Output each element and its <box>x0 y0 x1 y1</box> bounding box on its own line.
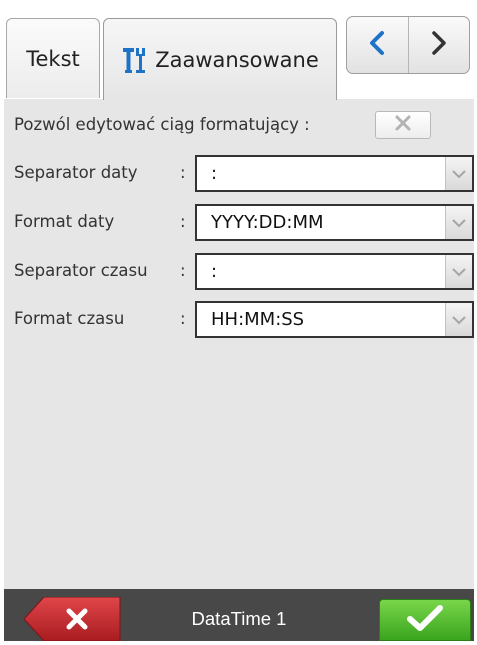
prev-tab-button[interactable] <box>347 17 409 73</box>
close-icon <box>64 606 90 636</box>
close-icon <box>393 113 413 137</box>
tab-navigation <box>346 16 470 74</box>
allow-edit-checkbox[interactable] <box>375 111 431 139</box>
time-format-row: Format czasu : HH:MM:SS <box>4 297 474 341</box>
object-title: DataTime 1 <box>191 608 287 629</box>
time-separator-select[interactable]: : <box>195 253 474 290</box>
date-separator-label: Separator daty <box>14 163 138 182</box>
bottom-bar: DataTime 1 <box>4 589 474 642</box>
date-format-colon: : <box>180 212 186 231</box>
date-separator-select[interactable]: : <box>195 155 474 192</box>
chevron-down-icon <box>445 255 472 288</box>
date-separator-value: : <box>211 163 218 184</box>
date-format-row: Format daty : YYYY:DD:MM <box>4 200 474 244</box>
time-separator-colon: : <box>180 261 186 280</box>
chevron-left-icon <box>367 30 387 60</box>
time-format-select[interactable]: HH:MM:SS <box>195 301 474 338</box>
properties-screen: Tekst Zaawansowane Pozwól edytować ciąg … <box>4 6 474 642</box>
tab-text[interactable]: Tekst <box>6 18 100 98</box>
time-separator-label: Separator czasu <box>14 261 148 280</box>
cancel-button[interactable] <box>23 596 122 642</box>
checkmark-icon <box>405 603 445 637</box>
confirm-button[interactable] <box>379 599 471 641</box>
next-tab-button[interactable] <box>409 17 470 73</box>
time-format-value: HH:MM:SS <box>211 309 305 330</box>
chevron-right-icon <box>429 30 449 60</box>
date-separator-row: Separator daty : : <box>4 151 474 195</box>
time-format-label: Format czasu <box>14 309 125 328</box>
tab-text-label: Tekst <box>26 46 80 71</box>
time-separator-row: Separator czasu : : <box>4 249 474 293</box>
tools-icon <box>121 45 149 75</box>
allow-edit-row: Pozwól edytować ciąg formatujący : <box>4 103 474 147</box>
chevron-down-icon <box>445 157 472 190</box>
chevron-down-icon <box>445 303 472 336</box>
chevron-down-icon <box>445 206 472 239</box>
time-format-colon: : <box>180 309 186 328</box>
tab-advanced-label: Zaawansowane <box>155 47 319 72</box>
tab-advanced[interactable]: Zaawansowane <box>103 18 337 100</box>
date-separator-colon: : <box>180 163 186 182</box>
date-format-select[interactable]: YYYY:DD:MM <box>195 204 474 241</box>
time-separator-value: : <box>211 261 218 282</box>
date-format-value: YYYY:DD:MM <box>211 212 324 233</box>
tab-bar: Tekst Zaawansowane <box>4 6 474 100</box>
allow-edit-label: Pozwól edytować ciąg formatujący : <box>14 115 310 134</box>
date-format-label: Format daty <box>14 212 115 231</box>
